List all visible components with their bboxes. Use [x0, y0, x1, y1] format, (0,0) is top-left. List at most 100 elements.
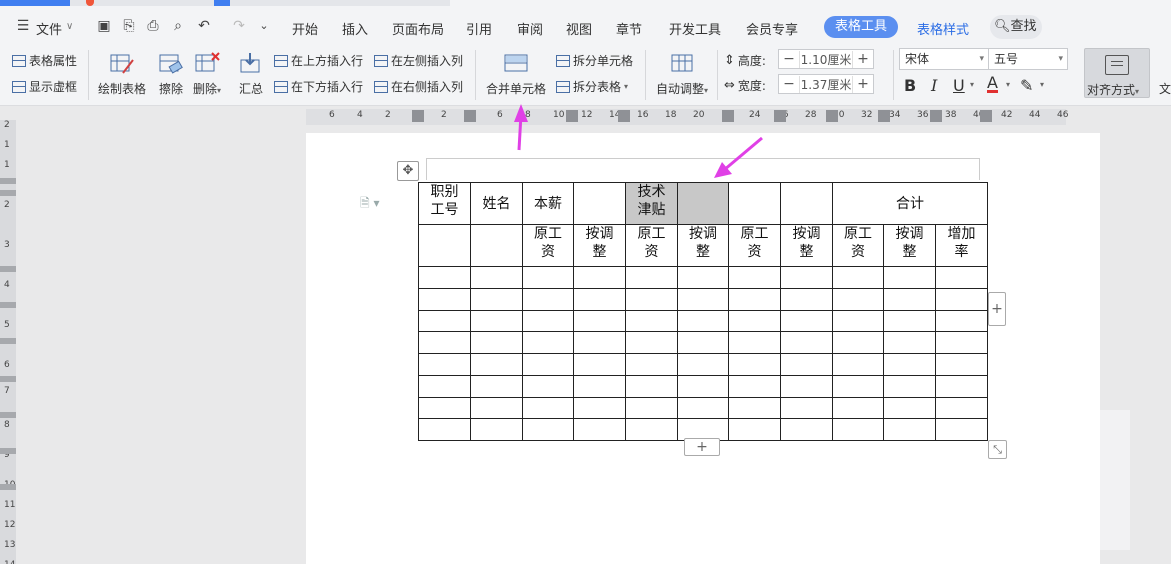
- underline-icon[interactable]: U: [953, 76, 965, 95]
- table-cell[interactable]: [935, 418, 988, 441]
- font-color-icon[interactable]: A: [987, 75, 998, 93]
- table-cell[interactable]: [470, 309, 523, 333]
- table-cell[interactable]: [883, 418, 936, 441]
- table-header-cell[interactable]: 姓名: [470, 182, 523, 225]
- table-cell[interactable]: [728, 287, 781, 311]
- table-subheader-cell[interactable]: 原工资: [832, 224, 884, 267]
- ruler-column-marker[interactable]: [878, 110, 890, 122]
- table-cell[interactable]: [883, 309, 936, 333]
- width-increase-button[interactable]: +: [853, 76, 873, 92]
- table-cell[interactable]: [522, 353, 574, 376]
- table-header-cell[interactable]: [573, 182, 626, 225]
- table-cell[interactable]: [935, 309, 988, 333]
- table-cell[interactable]: [573, 287, 626, 311]
- table-cell[interactable]: [677, 287, 729, 311]
- table-cell[interactable]: [573, 418, 626, 441]
- table-cell[interactable]: [935, 287, 988, 311]
- table-cell[interactable]: [418, 331, 471, 354]
- tab-insert[interactable]: 插入: [342, 19, 368, 38]
- table-cell[interactable]: [832, 418, 884, 441]
- table-cell[interactable]: [418, 353, 471, 376]
- table-cell[interactable]: [573, 374, 626, 398]
- table-cell[interactable]: [573, 396, 626, 420]
- width-stepper[interactable]: − 1.37厘米 +: [778, 74, 874, 94]
- draw-table-button[interactable]: 绘制表格: [98, 52, 146, 97]
- table-cell[interactable]: [418, 418, 471, 441]
- search-button[interactable]: 🔍︎查找: [990, 15, 1042, 39]
- ruler-column-marker[interactable]: [826, 110, 838, 122]
- table-properties-button[interactable]: 表格属性: [12, 52, 77, 69]
- salary-table[interactable]: 职别 工号 姓名 本薪 技术 津贴 合计 原工资按调整原工资按调整原工资按调整原工资按调整增加…: [418, 182, 988, 441]
- show-gridlines-button[interactable]: 显示虚框: [12, 78, 77, 95]
- table-subheader-cell[interactable]: 按调整: [677, 224, 729, 267]
- tab-view[interactable]: 视图: [566, 19, 592, 38]
- table-cell[interactable]: [470, 287, 523, 311]
- tab-home[interactable]: 开始: [292, 19, 318, 38]
- table-cell[interactable]: [935, 374, 988, 398]
- table-cell[interactable]: [522, 396, 574, 420]
- tab-review[interactable]: 审阅: [517, 19, 543, 38]
- width-decrease-button[interactable]: −: [779, 76, 799, 92]
- table-cell[interactable]: [780, 374, 833, 398]
- export-icon[interactable]: ⎘: [120, 17, 138, 35]
- chevron-down-icon[interactable]: ▾: [1006, 80, 1010, 89]
- table-cell[interactable]: [522, 266, 574, 289]
- table-subheader-cell[interactable]: [470, 224, 523, 267]
- ruler-column-marker[interactable]: [618, 110, 630, 122]
- save-icon[interactable]: ▣: [95, 17, 113, 35]
- ruler-column-marker[interactable]: [412, 110, 424, 122]
- table-cell[interactable]: [883, 331, 936, 354]
- width-value[interactable]: 1.37厘米: [799, 75, 853, 93]
- print-icon[interactable]: ⎙: [144, 17, 162, 35]
- redo-icon[interactable]: ↷: [230, 17, 248, 35]
- table-cell[interactable]: [625, 309, 678, 333]
- table-subheader-cell[interactable]: 按调整: [573, 224, 626, 267]
- print-preview-icon[interactable]: ⌕: [169, 17, 187, 35]
- table-cell[interactable]: [728, 309, 781, 333]
- table-subheader-cell[interactable]: [418, 224, 471, 267]
- table-cell[interactable]: [780, 418, 833, 441]
- height-decrease-button[interactable]: −: [779, 51, 799, 67]
- table-cell[interactable]: [677, 396, 729, 420]
- horizontal-ruler[interactable]: 6422681012141618202426283032343638404244…: [0, 106, 1171, 128]
- text-direction-button[interactable]: 文: [1159, 80, 1171, 97]
- table-cell[interactable]: [418, 374, 471, 398]
- ruler-column-marker[interactable]: [930, 110, 942, 122]
- table-header-cell[interactable]: [780, 182, 833, 225]
- table-cell[interactable]: [935, 396, 988, 420]
- table-cell[interactable]: [625, 418, 678, 441]
- font-name-select[interactable]: 宋体 ▾: [899, 48, 989, 70]
- table-cell[interactable]: [832, 309, 884, 333]
- tab-table-style[interactable]: 表格样式: [917, 19, 969, 38]
- chevron-down-icon[interactable]: ∨: [66, 21, 73, 32]
- table-cell[interactable]: [883, 374, 936, 398]
- table-header-cell[interactable]: 合计: [832, 182, 988, 225]
- table-cell[interactable]: [677, 331, 729, 354]
- ruler-column-marker[interactable]: [566, 110, 578, 122]
- insert-row-above-button[interactable]: 在上方插入行: [274, 52, 363, 69]
- erase-button[interactable]: 擦除: [158, 52, 184, 97]
- table-cell[interactable]: [832, 287, 884, 311]
- quick-access-more-icon[interactable]: ⌄: [255, 17, 273, 35]
- table-cell[interactable]: [625, 266, 678, 289]
- table-cell[interactable]: [573, 331, 626, 354]
- tab-chapter[interactable]: 章节: [616, 19, 642, 38]
- table-cell[interactable]: [883, 266, 936, 289]
- tab-developer[interactable]: 开发工具: [669, 19, 721, 38]
- auto-fit-button[interactable]: 自动调整▾: [656, 52, 708, 97]
- table-cell[interactable]: [418, 309, 471, 333]
- table-header-cell[interactable]: [677, 182, 729, 225]
- table-cell[interactable]: [728, 353, 781, 376]
- table-cell[interactable]: [625, 374, 678, 398]
- table-cell[interactable]: [418, 396, 471, 420]
- ruler-column-marker[interactable]: [774, 110, 786, 122]
- table-subheader-cell[interactable]: 按调整: [883, 224, 936, 267]
- table-cell[interactable]: [832, 396, 884, 420]
- table-cell[interactable]: [883, 396, 936, 420]
- table-cell[interactable]: [883, 353, 936, 376]
- font-size-select[interactable]: 五号 ▾: [988, 48, 1068, 70]
- table-cell[interactable]: [573, 309, 626, 333]
- table-cell[interactable]: [573, 353, 626, 376]
- table-cell[interactable]: [780, 353, 833, 376]
- table-cell[interactable]: [625, 353, 678, 376]
